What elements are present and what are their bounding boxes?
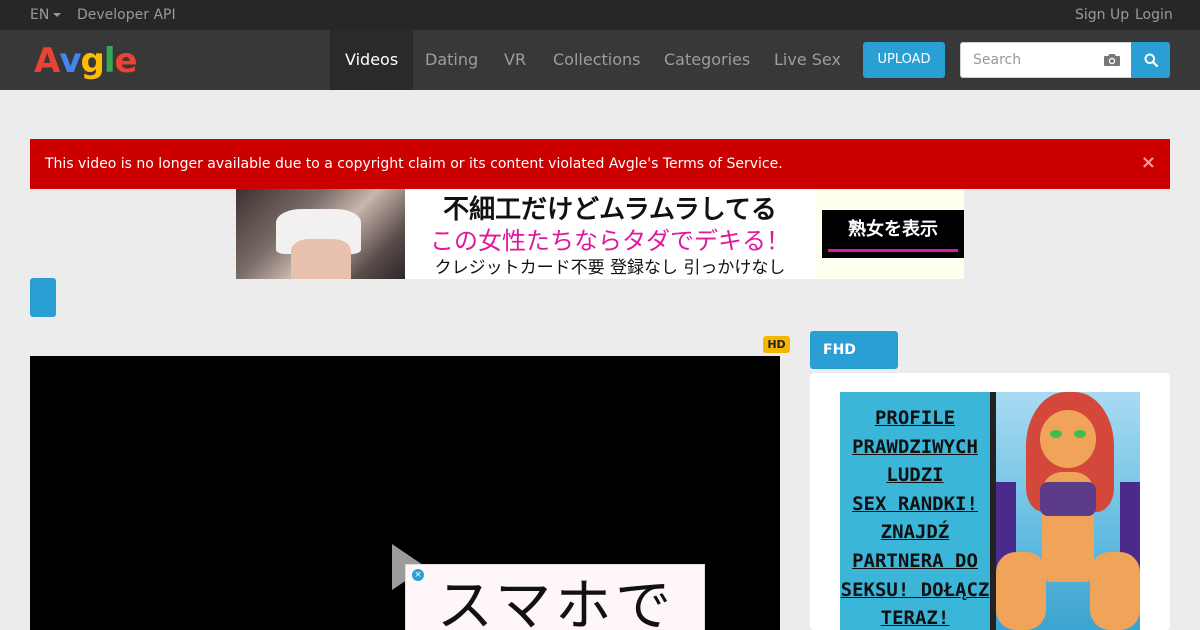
sidebar-ad-line: ZNAJDŹ — [880, 521, 950, 544]
sidebar-ad-line: LUDZI — [886, 464, 944, 487]
login-link[interactable]: Login — [1135, 7, 1173, 23]
logo-letter: e — [114, 41, 138, 81]
sidebar-card: PROFILE PRAWDZIWYCH LUDZI SEX RANDKI! ZN… — [810, 373, 1170, 630]
sidebar-ad-text-panel: PROFILE PRAWDZIWYCH LUDZI SEX RANDKI! ZN… — [840, 392, 990, 630]
ad-cta-button[interactable]: 熟女を表示 — [822, 210, 964, 258]
search-bar — [960, 42, 1170, 78]
hd-badge: HD — [763, 336, 790, 353]
sidebar-ad-line: SEKSU! DOŁĄCZ — [840, 578, 990, 601]
close-icon[interactable]: × — [1141, 139, 1156, 187]
nav-item-vr[interactable]: VR — [489, 30, 541, 90]
camera-icon[interactable] — [1103, 53, 1121, 67]
nav-item-live-sex[interactable]: Live Sex — [759, 30, 856, 90]
tab-fhd[interactable]: FHD — [810, 331, 898, 369]
ad-text-area: 不細工だけどムラムラしてる この女性たちならタダでデキる！ クレジットカード不要… — [405, 189, 815, 279]
copyright-alert: This video is no longer available due to… — [30, 139, 1170, 189]
upload-button[interactable]: UPLOAD — [863, 42, 945, 78]
sign-up-link[interactable]: Sign Up — [1075, 7, 1129, 23]
video-player[interactable]: スマホで × — [30, 356, 780, 630]
sidebar-ad-line: PROFILE — [874, 407, 956, 429]
art-shape — [996, 552, 1046, 630]
overlay-ad-text: スマホで — [436, 574, 676, 630]
sidebar-ad-line: PRAWDZIWYCH — [852, 435, 978, 458]
sidebar-ad-line: SEX RANDKI! — [852, 492, 978, 515]
art-shape — [1090, 552, 1140, 630]
sidebar-ad-line: PARTNERA DO — [852, 549, 978, 572]
chevron-down-icon — [53, 13, 62, 17]
main-navbar: Avgle Videos Dating VR Collections Categ… — [0, 30, 1200, 90]
logo-letter: l — [103, 41, 116, 81]
logo-letter: A — [34, 41, 60, 81]
nav-item-dating[interactable]: Dating — [410, 30, 493, 90]
language-selector[interactable]: EN — [30, 7, 62, 23]
ad-subheadline: この女性たちならタダでデキる！ — [430, 227, 790, 255]
developer-api-link[interactable]: Developer API — [77, 7, 176, 23]
art-shape — [1040, 410, 1096, 468]
overlay-ad[interactable]: スマホで × — [405, 564, 705, 630]
ad-photo — [236, 189, 405, 279]
ad-cta-label: 熟女を表示 — [848, 219, 938, 240]
nav-item-videos[interactable]: Videos — [330, 30, 414, 90]
nav-item-collections[interactable]: Collections — [538, 30, 655, 90]
search-button[interactable] — [1131, 42, 1170, 78]
site-logo[interactable]: Avgle — [34, 41, 138, 81]
alert-message: This video is no longer available due to… — [45, 156, 783, 172]
close-icon[interactable]: × — [412, 569, 424, 581]
nav-item-categories[interactable]: Categories — [649, 30, 765, 90]
ad-photo-figure — [291, 239, 351, 279]
art-shape — [1040, 482, 1096, 516]
language-label: EN — [30, 7, 50, 23]
action-button[interactable] — [30, 278, 56, 317]
search-icon — [1144, 53, 1158, 67]
logo-letter: v — [59, 41, 81, 81]
sidebar-ad-line: TERAZ! — [880, 607, 950, 630]
top-bar: EN Developer API Sign Up Login — [0, 0, 1200, 30]
ad-tagline: クレジットカード不要 登録なし 引っかけなし — [434, 258, 786, 278]
art-shape — [1050, 430, 1062, 438]
sidebar-ad-illustration — [996, 392, 1140, 630]
art-shape — [1074, 430, 1086, 438]
ad-cta-underline — [828, 249, 958, 252]
top-ad-banner[interactable]: 不細工だけどムラムラしてる この女性たちならタダでデキる！ クレジットカード不要… — [236, 189, 964, 279]
sidebar-ad[interactable]: PROFILE PRAWDZIWYCH LUDZI SEX RANDKI! ZN… — [840, 392, 1140, 630]
logo-letter: g — [80, 41, 105, 81]
